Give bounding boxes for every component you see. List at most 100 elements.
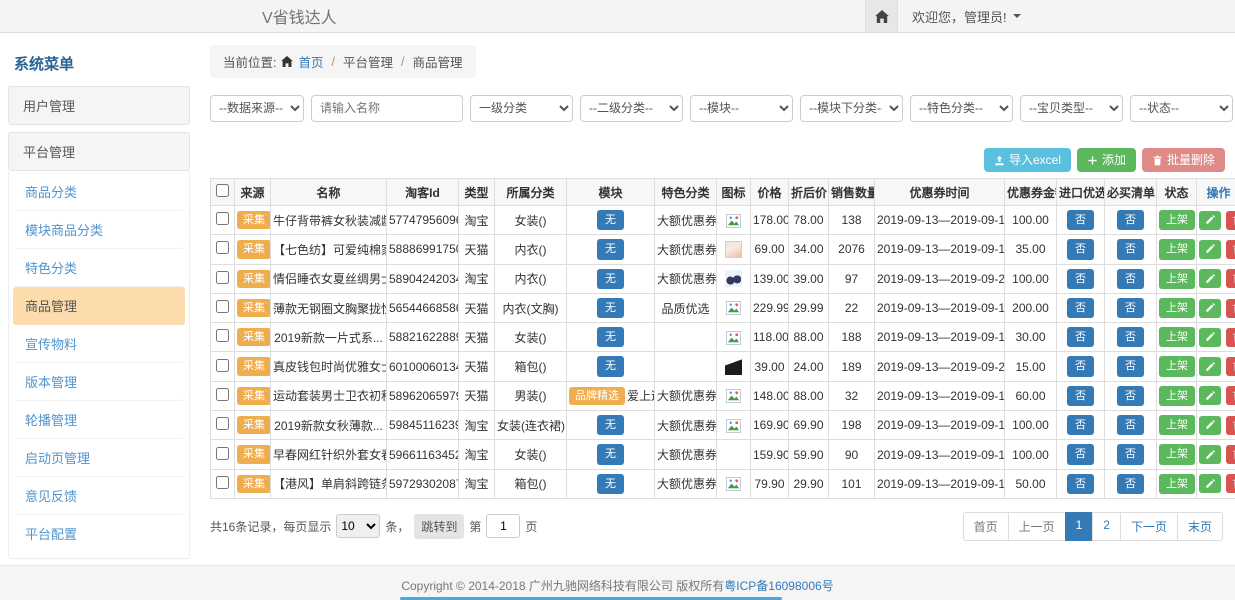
delete-button[interactable] (1226, 269, 1235, 288)
status-toggle[interactable]: 上架 (1159, 356, 1195, 376)
breadcrumb-home-link[interactable]: 首页 (298, 52, 323, 71)
must-buy-toggle[interactable]: 否 (1117, 386, 1144, 406)
user-menu[interactable]: 欢迎您，管理员! (912, 7, 1021, 26)
status-toggle[interactable]: 上架 (1159, 474, 1195, 494)
filter-select-1[interactable]: --二级分类-- (580, 95, 683, 122)
must-buy-toggle[interactable]: 否 (1117, 356, 1144, 376)
import-select-toggle[interactable]: 否 (1067, 239, 1094, 259)
sidebar-item-启动页管理[interactable]: 启动页管理 (13, 439, 185, 477)
delete-button[interactable] (1226, 299, 1235, 318)
import-excel-button[interactable]: 导入excel (984, 148, 1071, 172)
must-buy-toggle[interactable]: 否 (1117, 415, 1144, 435)
module-badge: 品牌精选 (569, 387, 625, 405)
edit-button[interactable] (1199, 445, 1221, 464)
status-toggle[interactable]: 上架 (1159, 415, 1195, 435)
status-toggle[interactable]: 上架 (1159, 298, 1195, 318)
status-toggle[interactable]: 上架 (1159, 386, 1195, 406)
filter-select-0[interactable]: 一级分类 (470, 95, 573, 122)
edit-button[interactable] (1199, 240, 1221, 259)
sidebar-item-商品管理[interactable]: 商品管理 (13, 287, 185, 325)
add-button[interactable]: 添加 (1077, 148, 1136, 172)
must-buy-toggle[interactable]: 否 (1117, 327, 1144, 347)
filter-select-6[interactable]: --状态-- (1130, 95, 1233, 122)
page-button-下一页[interactable]: 下一页 (1120, 512, 1178, 541)
filter-select-2[interactable]: --模块-- (690, 95, 793, 122)
filter-select-4[interactable]: --特色分类-- (910, 95, 1013, 122)
import-select-toggle[interactable]: 否 (1067, 474, 1094, 494)
status-toggle[interactable]: 上架 (1159, 239, 1195, 259)
sidebar-item-版本管理[interactable]: 版本管理 (13, 363, 185, 401)
edit-button[interactable] (1199, 211, 1221, 230)
row-checkbox[interactable] (216, 241, 229, 254)
sidebar-item-轮播管理[interactable]: 轮播管理 (13, 401, 185, 439)
row-checkbox[interactable] (216, 476, 229, 489)
filter-select-5[interactable]: --宝贝类型-- (1020, 95, 1123, 122)
row-checkbox[interactable] (216, 417, 229, 430)
row-checkbox[interactable] (216, 212, 229, 225)
import-select-toggle[interactable]: 否 (1067, 269, 1094, 289)
must-buy-toggle[interactable]: 否 (1117, 474, 1144, 494)
module-badge: 无 (597, 327, 624, 347)
delete-button[interactable] (1226, 328, 1235, 347)
jump-page-input[interactable] (486, 514, 520, 538)
delete-button[interactable] (1226, 474, 1235, 493)
sidebar-group-平台管理[interactable]: 平台管理 (8, 132, 190, 171)
delete-button[interactable] (1226, 357, 1235, 376)
row-checkbox[interactable] (216, 271, 229, 284)
edit-button[interactable] (1199, 474, 1221, 493)
import-select-toggle[interactable]: 否 (1067, 210, 1094, 230)
sidebar-item-意见反馈[interactable]: 意见反馈 (13, 477, 185, 515)
must-buy-toggle[interactable]: 否 (1117, 298, 1144, 318)
sidebar-group-用户管理[interactable]: 用户管理 (8, 86, 190, 125)
import-select-toggle[interactable]: 否 (1067, 298, 1094, 318)
delete-button[interactable] (1226, 386, 1235, 405)
row-checkbox[interactable] (216, 300, 229, 313)
sidebar-item-特色分类[interactable]: 特色分类 (13, 249, 185, 287)
data-source-select[interactable]: --数据来源-- (210, 95, 304, 122)
sidebar-item-宣传物料[interactable]: 宣传物料 (13, 325, 185, 363)
import-select-toggle[interactable]: 否 (1067, 386, 1094, 406)
import-select-toggle[interactable]: 否 (1067, 415, 1094, 435)
must-buy-toggle[interactable]: 否 (1117, 239, 1144, 259)
import-select-toggle[interactable]: 否 (1067, 327, 1094, 347)
edit-button[interactable] (1199, 269, 1221, 288)
must-buy-toggle[interactable]: 否 (1117, 269, 1144, 289)
select-all-checkbox[interactable] (216, 184, 229, 197)
page-button-1[interactable]: 1 (1065, 512, 1094, 541)
import-select-toggle[interactable]: 否 (1067, 356, 1094, 376)
import-select-toggle[interactable]: 否 (1067, 444, 1094, 464)
page-button-末页[interactable]: 末页 (1177, 512, 1223, 541)
edit-button[interactable] (1199, 416, 1221, 435)
page-button-首页[interactable]: 首页 (963, 512, 1009, 541)
sidebar-item-平台配置[interactable]: 平台配置 (13, 515, 185, 552)
status-toggle[interactable]: 上架 (1159, 444, 1195, 464)
edit-button[interactable] (1199, 299, 1221, 318)
batch-delete-button[interactable]: 批量删除 (1142, 148, 1225, 172)
delete-button[interactable] (1226, 445, 1235, 464)
row-checkbox[interactable] (216, 447, 229, 460)
must-buy-toggle[interactable]: 否 (1117, 444, 1144, 464)
sidebar-item-商品分类[interactable]: 商品分类 (13, 173, 185, 211)
page-button-2[interactable]: 2 (1092, 512, 1121, 541)
home-button[interactable] (865, 0, 898, 32)
filter-select-3[interactable]: --模块下分类-- (800, 95, 903, 122)
status-toggle[interactable]: 上架 (1159, 210, 1195, 230)
row-checkbox[interactable] (216, 388, 229, 401)
edit-button[interactable] (1199, 386, 1221, 405)
edit-button[interactable] (1199, 328, 1221, 347)
per-page-select[interactable]: 10 (336, 514, 380, 538)
delete-button[interactable] (1226, 416, 1235, 435)
must-buy-toggle[interactable]: 否 (1117, 210, 1144, 230)
status-toggle[interactable]: 上架 (1159, 327, 1195, 347)
delete-button[interactable] (1226, 240, 1235, 259)
sidebar-item-模块商品分类[interactable]: 模块商品分类 (13, 211, 185, 249)
jump-button[interactable]: 跳转到 (414, 514, 464, 539)
edit-button[interactable] (1199, 357, 1221, 376)
delete-button[interactable] (1226, 211, 1235, 230)
page-button-上一页[interactable]: 上一页 (1008, 512, 1066, 541)
name-search-input[interactable] (311, 95, 463, 122)
row-checkbox[interactable] (216, 359, 229, 372)
status-toggle[interactable]: 上架 (1159, 269, 1195, 289)
row-checkbox[interactable] (216, 329, 229, 342)
icp-link[interactable]: 粤ICP备16098006号 (724, 579, 833, 593)
